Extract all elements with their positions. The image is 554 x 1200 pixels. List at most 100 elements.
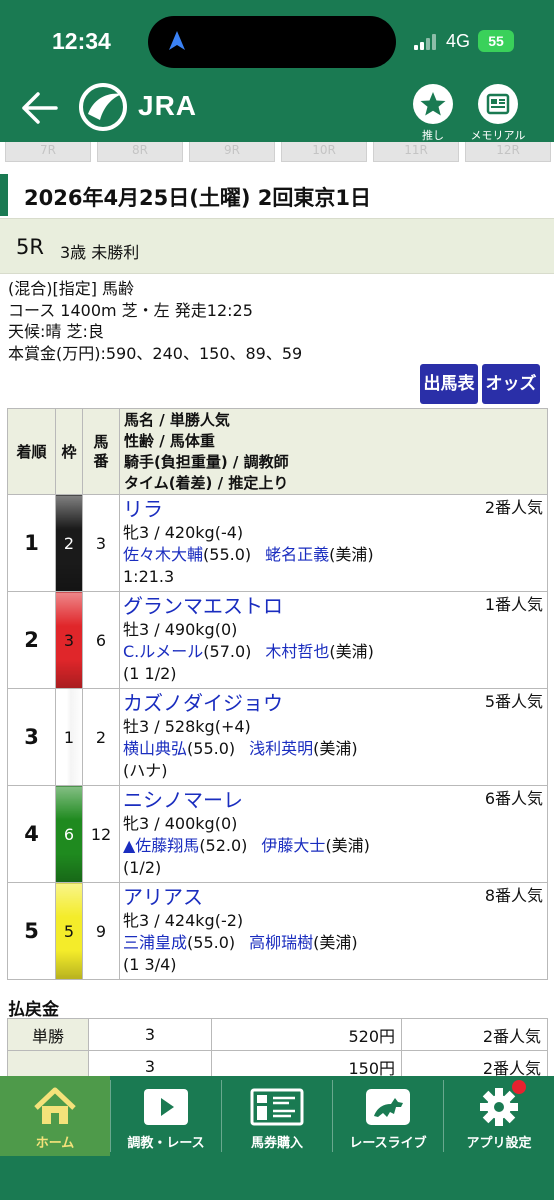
odds-button[interactable]: オッズ <box>482 364 540 404</box>
tab-race-12[interactable]: 12R <box>465 142 551 162</box>
jockey-weight: (55.0) <box>203 545 252 564</box>
race-number: 5R <box>16 235 44 259</box>
jockey-link[interactable]: C.ルメール <box>123 642 203 661</box>
table-header-row: 着順 枠 馬番 馬名 / 単勝人気 性齢 / 馬体重 騎手(負担重量) / 調教… <box>7 408 548 495</box>
horse-name-link[interactable]: アリアス <box>123 885 203 909</box>
finish-position: 3 <box>7 688 56 786</box>
trainer-link[interactable]: 浅利英明 <box>249 739 313 758</box>
header-info-line: 性齢 / 馬体重 <box>124 431 215 450</box>
finish-time: (ハナ) <box>123 761 168 780</box>
jockey-link[interactable]: 三浦皇成 <box>123 933 187 952</box>
trainer-link[interactable]: 高柳瑞樹 <box>249 933 313 952</box>
star-icon <box>413 84 453 124</box>
jockey-weight: (55.0) <box>187 739 236 758</box>
horse-info: 1番人気 グランマエストロ 牡3 / 490kg(0) C.ルメール(57.0) 木村哲… <box>119 591 548 689</box>
jockey-link[interactable]: ▲佐藤翔馬 <box>123 836 199 855</box>
table-row: 2 3 6 1番人気 グランマエストロ 牡3 / 490kg(0) C.ルメール(57.0)… <box>7 591 548 689</box>
tab-race-8[interactable]: 8R <box>97 142 183 162</box>
jra-logo-icon[interactable] <box>78 82 130 132</box>
popularity: 5番人気 <box>484 692 543 711</box>
horse-name-link[interactable]: カズノダイジョウ <box>123 691 283 715</box>
nav-label: 馬券購入 <box>250 1136 303 1151</box>
horse-info: 5番人気 カズノダイジョウ牡3 / 528kg(+4) 横山典弘(55.0) 浅利英明… <box>119 688 548 786</box>
race-name: 3歳 未勝利 <box>60 243 140 262</box>
signal-icon <box>414 34 440 50</box>
finish-position: 5 <box>7 882 56 980</box>
trainer-stable: (美浦) <box>313 933 358 952</box>
date-header: 2026年4月25日(土曜) 2回東京1日 <box>0 174 554 216</box>
horse-info: 6番人気 ニシノマーレ 牝3 / 400kg(0) ▲佐藤翔馬(52.0) 伊藤大士(美… <box>119 785 548 883</box>
memorial-icon <box>478 84 518 124</box>
nav-app-settings[interactable]: アプリ設定 <box>444 1076 554 1156</box>
battery-level: 55 <box>488 33 504 49</box>
jockey-weight: (57.0) <box>203 642 252 661</box>
oshi-label: 推し <box>422 129 444 142</box>
jockey-weight: (55.0) <box>187 933 236 952</box>
horse-number: 9 <box>82 882 120 980</box>
trainer-link[interactable]: 伊藤大士 <box>261 836 325 855</box>
payout-row: 単勝 3 520円 2番人気 <box>7 1018 548 1051</box>
horse-number: 12 <box>82 785 120 883</box>
header-num-text: 馬番 <box>93 432 109 470</box>
race-date: 2026年4月25日(土曜) 2回東京1日 <box>24 186 372 210</box>
header-pos: 着順 <box>7 408 56 495</box>
finish-time: (1/2) <box>123 858 162 877</box>
race-tabs: 7R 8R 9R 10R 11R 12R <box>0 142 554 164</box>
trainer-stable: (美浦) <box>329 642 374 661</box>
payout-table: 単勝 3 520円 2番人気 3 150円 2番人気 <box>7 1018 548 1083</box>
sex-age-weight: 牝3 / 420kg(-4) <box>123 523 244 542</box>
nav-buy-ticket[interactable]: 馬券購入 <box>222 1076 332 1156</box>
trainer-stable: (美浦) <box>325 836 370 855</box>
payout-amount: 520円 <box>211 1018 402 1051</box>
memorial-button[interactable]: メモリアル <box>470 84 526 143</box>
nav-training-race[interactable]: 調教・レース <box>111 1076 221 1156</box>
payout-number: 3 <box>88 1018 212 1051</box>
popularity: 6番人気 <box>484 789 543 808</box>
jockey-link[interactable]: 横山典弘 <box>123 739 187 758</box>
popularity: 2番人気 <box>484 498 543 517</box>
entries-button[interactable]: 出馬表 <box>420 364 478 404</box>
waku-number: 5 <box>55 882 83 980</box>
race-prize: 本賞金(万円):590、240、150、89、59 <box>8 343 303 363</box>
back-arrow-icon[interactable] <box>18 88 62 128</box>
app-root: 12:34 4G 55 JRA 推し メモリアル 7R 8R 9R 10R 11… <box>0 0 554 1200</box>
ticket-icon <box>250 1088 304 1126</box>
bet-type: 単勝 <box>7 1018 89 1051</box>
nav-label: 調教・レース <box>127 1136 205 1151</box>
horse-number: 2 <box>82 688 120 786</box>
race-header: 5R 3歳 未勝利 <box>0 218 554 274</box>
horse-info: 8番人気 アリアス 牝3 / 424kg(-2) 三浦皇成(55.0) 高柳瑞樹(美浦)… <box>119 882 548 980</box>
jockey-link[interactable]: 佐々木大輔 <box>123 545 203 564</box>
horse-number: 6 <box>82 591 120 689</box>
notification-badge <box>512 1080 526 1094</box>
oshi-button[interactable]: 推し <box>405 84 461 143</box>
trainer-link[interactable]: 蛯名正義 <box>265 545 329 564</box>
popularity: 1番人気 <box>484 595 543 614</box>
tab-race-9[interactable]: 9R <box>189 142 275 162</box>
table-row: 1 2 3 2番人気 リラ 牝3 / 420kg(-4) 佐々木大輔(55.0) 蛯名正義(美… <box>7 494 548 592</box>
tab-race-10[interactable]: 10R <box>281 142 367 162</box>
waku-number: 2 <box>55 494 83 592</box>
trainer-link[interactable]: 木村哲也 <box>265 642 329 661</box>
horse-icon <box>366 1089 410 1125</box>
nav-race-live[interactable]: レースライブ <box>333 1076 443 1156</box>
header-info-line: 馬名 / 単勝人気 <box>124 410 230 429</box>
finish-position: 1 <box>7 494 56 592</box>
home-icon <box>34 1087 76 1124</box>
table-row: 3 1 2 5番人気 カズノダイジョウ 牡3 / 528kg(+4) 横山典弘(55.0) 浅… <box>7 688 548 786</box>
tab-race-11[interactable]: 11R <box>373 142 459 162</box>
horse-name-link[interactable]: ニシノマーレ <box>123 788 243 812</box>
horse-name-link[interactable]: グランマエストロ <box>123 594 283 618</box>
status-time: 12:34 <box>52 28 111 54</box>
nav-home[interactable]: ホーム <box>0 1076 110 1156</box>
memorial-label: メモリアル <box>470 129 526 142</box>
tab-race-7[interactable]: 7R <box>5 142 91 162</box>
header-info-line: 騎手(負担重量) / 調教師 <box>124 452 289 471</box>
horse-info: 2番人気 リラ 牝3 / 420kg(-4) 佐々木大輔(55.0) 蛯名正義(美浦) 1… <box>119 494 548 592</box>
horse-name-link[interactable]: リラ <box>123 497 163 521</box>
logo-text: JRA <box>138 90 198 121</box>
header-waku: 枠 <box>55 408 83 495</box>
sex-age-weight: 牡3 / 528kg(+4) <box>123 717 251 736</box>
finish-time: (1 1/2) <box>123 664 177 683</box>
finish-time: (1 3/4) <box>123 955 177 974</box>
